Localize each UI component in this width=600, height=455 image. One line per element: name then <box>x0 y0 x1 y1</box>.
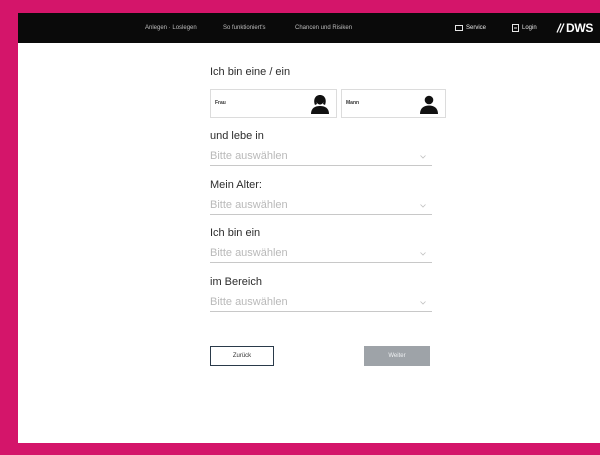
chevron-down-icon <box>420 155 426 159</box>
nav-link-anlegen[interactable]: Anlegen · Loslegen <box>145 13 197 43</box>
gender-option-label: Mann <box>346 100 360 106</box>
female-avatar-icon <box>311 95 329 114</box>
select-placeholder: Bitte auswählen <box>210 296 288 308</box>
next-button[interactable]: Weiter <box>364 346 430 366</box>
login-label: Login <box>522 25 537 31</box>
logo-slash-icon <box>556 23 565 33</box>
location-select[interactable]: Bitte auswählen <box>210 148 432 166</box>
gender-option-frau[interactable]: Frau <box>210 89 337 118</box>
gender-question: Ich bin eine / ein <box>210 66 291 78</box>
age-question: Mein Alter: <box>210 179 262 191</box>
gender-option-mann[interactable]: Mann <box>341 89 446 118</box>
logo-text: DWS <box>566 21 594 35</box>
back-button[interactable]: Zurück <box>210 346 274 366</box>
chevron-down-icon <box>420 252 426 256</box>
nav-link-so-funktionierts[interactable]: So funktioniert's <box>223 13 266 43</box>
gender-option-label: Frau <box>215 100 226 106</box>
select-placeholder: Bitte auswählen <box>210 247 288 259</box>
male-avatar-icon <box>420 95 438 114</box>
nav-link-chancen-risiken[interactable]: Chancen und Risiken <box>295 13 352 43</box>
login-link[interactable]: Login <box>512 13 537 43</box>
occupation-select[interactable]: Bitte auswählen <box>210 245 432 263</box>
login-icon <box>512 24 519 32</box>
field-select[interactable]: Bitte auswählen <box>210 294 432 312</box>
chevron-down-icon <box>420 301 426 305</box>
chevron-down-icon <box>420 204 426 208</box>
location-question: und lebe in <box>210 130 264 142</box>
service-link[interactable]: Service <box>455 13 486 43</box>
app-window: Anlegen · Loslegen So funktioniert's Cha… <box>18 13 600 443</box>
occupation-question: Ich bin ein <box>210 227 261 239</box>
service-label: Service <box>466 25 487 31</box>
age-select[interactable]: Bitte auswählen <box>210 197 432 215</box>
dws-logo[interactable]: DWS <box>556 13 593 43</box>
top-navbar: Anlegen · Loslegen So funktioniert's Cha… <box>18 13 600 43</box>
select-placeholder: Bitte auswählen <box>210 199 288 211</box>
field-question: im Bereich <box>210 276 262 288</box>
select-placeholder: Bitte auswählen <box>210 150 288 162</box>
service-icon <box>455 25 463 31</box>
